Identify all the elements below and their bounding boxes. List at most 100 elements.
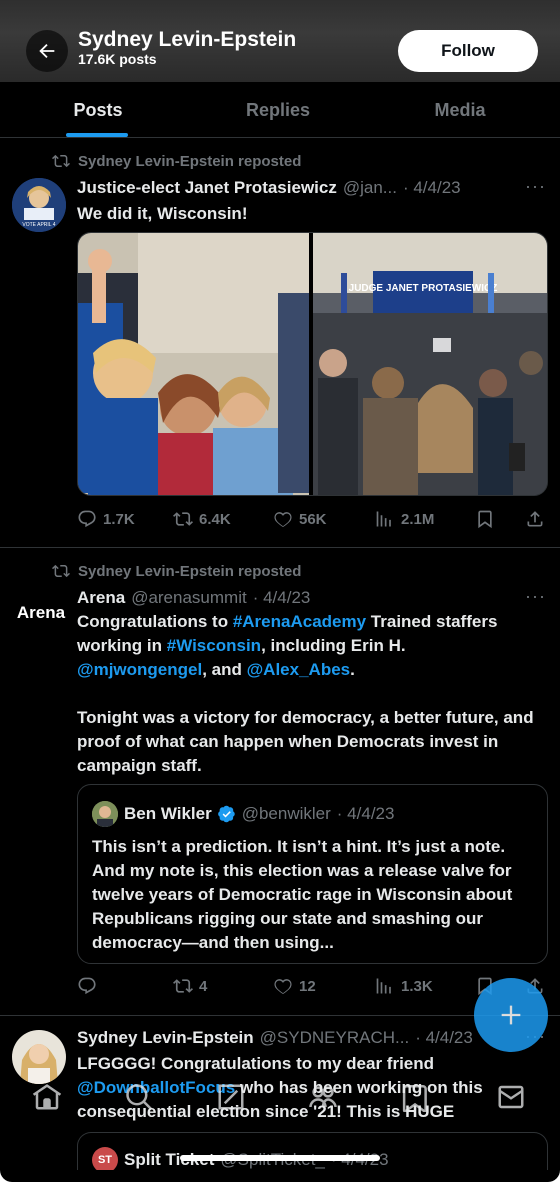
tab-media[interactable]: Media — [360, 82, 560, 138]
home-icon[interactable] — [32, 1082, 62, 1112]
quote-date[interactable]: · 4/4/23 — [337, 804, 395, 824]
tweet-header: Justice-elect Janet Protasiewicz @jan...… — [77, 178, 461, 198]
tweet-text: Congratulations to #ArenaAcademy Trained… — [77, 610, 537, 778]
reply-icon — [78, 977, 96, 995]
reply-icon — [78, 510, 96, 528]
quote-header: Ben Wikler @benwikler · 4/4/23 — [92, 801, 394, 827]
repost-icon — [173, 512, 193, 526]
stage-sign-text: JUDGE JANET PROTASIEWICZ — [349, 283, 498, 294]
avatar-caption: VOTE APRIL 4 — [22, 222, 55, 228]
messages-icon[interactable] — [496, 1082, 526, 1112]
views-icon — [376, 978, 391, 994]
rally-photo: JUDGE JANET PROTASIEWICZ — [313, 233, 547, 495]
repost-button[interactable]: 4 — [173, 976, 207, 996]
tweet-paragraph: Tonight was a victory for democracy, a b… — [77, 708, 534, 775]
quoted-tweet[interactable]: Ben Wikler @benwikler · 4/4/23 This isn’… — [77, 784, 548, 964]
text-segment: , and — [202, 660, 247, 679]
media-photo-celebration[interactable] — [78, 233, 309, 495]
quote-avatar-image — [92, 801, 118, 827]
avatar[interactable]: VOTE APRIL 4 — [12, 178, 66, 232]
tweet-media[interactable]: JUDGE JANET PROTASIEWICZ — [77, 232, 548, 496]
post-count: 17.6K posts — [78, 51, 157, 67]
tab-replies[interactable]: Replies — [196, 82, 360, 138]
plus-icon — [501, 1005, 521, 1025]
more-options-icon[interactable]: ··· — [525, 176, 546, 197]
repost-label-text: Sydney Levin-Epstein reposted — [78, 562, 302, 580]
avatar-image: VOTE APRIL 4 — [12, 178, 66, 232]
quote-avatar[interactable] — [92, 801, 118, 827]
communities-icon[interactable] — [308, 1082, 338, 1112]
tweet-card[interactable]: Sydney Levin-Epstein reposted Arena Aren… — [0, 548, 560, 1016]
views-count: 1.3K — [401, 977, 433, 995]
hashtag-link[interactable]: #Wisconsin — [167, 636, 261, 655]
notifications-icon[interactable] — [400, 1082, 430, 1112]
more-options-icon[interactable]: ··· — [525, 586, 546, 607]
bookmark-icon — [478, 510, 492, 529]
author-name[interactable]: Arena — [77, 588, 125, 608]
device-frame-inner — [0, 1170, 560, 1182]
text-segment: , including Erin H. — [261, 636, 406, 655]
grok-icon[interactable] — [216, 1082, 246, 1112]
bottom-navigation — [0, 1070, 560, 1130]
repost-label-text: Sydney Levin-Epstein reposted — [78, 152, 302, 170]
tweet-date[interactable]: · 4/4/23 — [253, 588, 311, 608]
search-icon[interactable] — [124, 1082, 154, 1112]
reply-count: 1.7K — [103, 510, 135, 528]
like-count: 56K — [299, 510, 327, 528]
quote-author-handle[interactable]: @benwikler — [242, 804, 331, 824]
quote-author-name[interactable]: Ben Wikler — [124, 804, 212, 824]
tweet-actions: 4 12 1.3K — [77, 976, 548, 1000]
share-button[interactable] — [525, 509, 545, 529]
author-handle[interactable]: @SYDNEYRACH... — [260, 1028, 410, 1048]
tweet-date[interactable]: · 4/4/23 — [415, 1028, 473, 1048]
views-icon — [376, 511, 391, 527]
heart-icon — [274, 512, 292, 527]
views-count: 2.1M — [401, 510, 435, 528]
tab-posts[interactable]: Posts — [0, 82, 196, 138]
repost-label: Sydney Levin-Epstein reposted — [52, 152, 301, 170]
tweet-card[interactable]: Sydney Levin-Epstein reposted VOTE APRIL… — [0, 138, 560, 548]
heart-icon — [274, 979, 292, 994]
mention-link[interactable]: @mjwongengel — [77, 660, 202, 679]
profile-header: Sydney Levin-Epstein 17.6K posts Follow — [0, 0, 560, 82]
like-button[interactable]: 56K — [273, 509, 327, 529]
text-segment: Congratulations to — [77, 612, 233, 631]
hashtag-link[interactable]: #ArenaAcademy — [233, 612, 366, 631]
verified-badge-icon — [217, 805, 235, 823]
like-count: 12 — [299, 977, 316, 995]
tweet-text: We did it, Wisconsin! — [77, 204, 248, 223]
repost-label: Sydney Levin-Epstein reposted — [52, 562, 301, 580]
back-button[interactable] — [26, 30, 68, 72]
author-name[interactable]: Justice-elect Janet Protasiewicz — [77, 178, 337, 198]
tweet-header: Sydney Levin-Epstein @SYDNEYRACH... · 4/… — [77, 1028, 473, 1048]
active-tab-indicator — [66, 133, 128, 137]
media-photo-rally[interactable]: JUDGE JANET PROTASIEWICZ — [313, 233, 547, 495]
repost-icon — [52, 154, 70, 168]
like-button[interactable]: 12 — [273, 976, 316, 996]
share-icon — [527, 511, 543, 527]
views-button[interactable]: 1.3K — [375, 976, 433, 996]
reply-button[interactable] — [77, 976, 97, 996]
home-indicator — [180, 1155, 380, 1161]
repost-icon — [173, 979, 193, 993]
tweet-date[interactable]: · 4/4/23 — [403, 178, 461, 198]
profile-name: Sydney Levin-Epstein — [78, 28, 297, 51]
author-name[interactable]: Sydney Levin-Epstein — [77, 1028, 254, 1048]
repost-button[interactable]: 6.4K — [173, 509, 231, 529]
repost-count: 6.4K — [199, 510, 231, 528]
tweet-header: Arena @arenasummit · 4/4/23 — [77, 588, 310, 608]
mention-link[interactable]: @Alex_Abes — [247, 660, 351, 679]
author-handle[interactable]: @arenasummit — [131, 588, 247, 608]
text-segment: . — [350, 660, 355, 679]
follow-button[interactable]: Follow — [398, 30, 538, 72]
celebration-photo — [78, 233, 309, 495]
reply-button[interactable]: 1.7K — [77, 509, 135, 529]
compose-button[interactable] — [474, 978, 548, 1052]
avatar[interactable]: Arena — [12, 598, 70, 628]
repost-count: 4 — [199, 977, 208, 995]
views-button[interactable]: 2.1M — [375, 509, 434, 529]
author-handle[interactable]: @jan... — [343, 178, 397, 198]
profile-tabs: Posts Replies Media — [0, 82, 560, 138]
bookmark-button[interactable] — [475, 509, 495, 529]
arrow-left-icon — [39, 43, 55, 59]
